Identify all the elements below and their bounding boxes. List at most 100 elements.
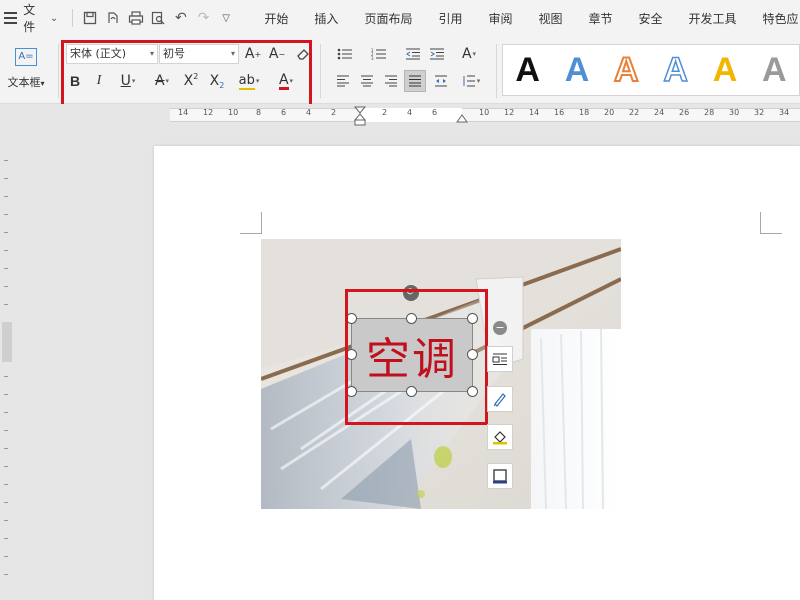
svg-text:3: 3 <box>371 56 374 60</box>
justify-icon[interactable] <box>404 70 426 92</box>
right-indent-marker-icon[interactable] <box>456 112 468 124</box>
font-color-icon[interactable]: A ▾ <box>272 70 300 92</box>
text-style-gold[interactable]: A <box>700 51 749 90</box>
ruler-label: 4 <box>306 108 312 117</box>
tab-security[interactable]: 安全 <box>626 10 676 27</box>
decrease-indent-icon[interactable] <box>402 43 424 65</box>
ruler-label: 10 <box>479 108 490 117</box>
text-style-gray[interactable]: A <box>750 51 799 90</box>
undo-icon[interactable]: ↶ <box>170 6 193 30</box>
menu-bar: 文件 ⌄ ↶ ↷ ▽ 开始 插入 页面布局 引用 审阅 视图 章节 安全 开发工… <box>0 0 800 36</box>
shape-style-brush-icon[interactable] <box>487 386 513 412</box>
subscript-icon[interactable]: X2 <box>206 70 228 92</box>
ruler-label: 10 <box>228 108 239 117</box>
print-preview-icon[interactable] <box>147 6 170 30</box>
text-highlight-icon[interactable]: ab ▾ <box>234 70 264 92</box>
underline-icon[interactable]: U ▾ <box>114 70 142 92</box>
align-center-icon[interactable] <box>356 70 378 92</box>
tab-review[interactable]: 审阅 <box>475 10 525 27</box>
divider <box>58 44 59 98</box>
fill-bucket-icon[interactable] <box>487 424 513 450</box>
line-spacing-icon[interactable]: ▾ <box>456 70 486 92</box>
bullet-list-icon[interactable] <box>332 43 358 65</box>
ruler-label: 12 <box>504 108 515 117</box>
ruler-label: 6 <box>281 108 287 117</box>
divider <box>320 44 321 98</box>
grow-font-icon[interactable]: A + <box>242 43 264 65</box>
ruler-label: 18 <box>579 108 590 117</box>
ruler-label: 6 <box>432 108 438 117</box>
ruler-label: 32 <box>754 108 765 117</box>
vertical-ruler[interactable] <box>0 126 14 600</box>
collapse-icon[interactable]: − <box>493 321 507 335</box>
ruler-label: 2 <box>331 108 337 117</box>
file-menu[interactable]: 文件 <box>23 1 46 35</box>
shrink-font-icon[interactable]: A − <box>266 43 288 65</box>
text-direction-icon[interactable]: A ▾ <box>454 43 484 65</box>
tab-view[interactable]: 视图 <box>525 10 575 27</box>
divider <box>496 44 497 98</box>
font-group: 宋体 (正文) ▾ 初号 ▾ A + A − B I U ▾ A ▾ X2 X2 ab ▾ A… <box>66 40 314 100</box>
horizontal-ruler[interactable]: 14 12 10 8 6 4 2 2 4 6 10 12 14 16 18 20… <box>0 104 800 126</box>
tab-special[interactable]: 特色应 <box>750 10 800 27</box>
resize-handle[interactable] <box>346 313 357 324</box>
ruler-label: 34 <box>779 108 790 117</box>
font-name-select[interactable]: 宋体 (正文) ▾ <box>66 44 158 64</box>
resize-handle[interactable] <box>346 386 357 397</box>
outline-border-icon[interactable] <box>487 463 513 489</box>
ruler-label: 26 <box>679 108 690 117</box>
resize-handle[interactable] <box>406 313 417 324</box>
text-box-content[interactable]: 空调 <box>366 323 458 387</box>
ruler-label: 2 <box>382 108 388 117</box>
clear-format-icon[interactable] <box>292 43 314 65</box>
hamburger-menu-icon[interactable] <box>4 12 18 24</box>
chevron-down-icon[interactable]: ⌄ <box>50 13 58 24</box>
ruler-label: 14 <box>178 108 189 117</box>
resize-handle[interactable] <box>467 313 478 324</box>
paragraph-group: 123 A ▾ ▾ <box>328 40 492 100</box>
layout-options-icon[interactable] <box>487 346 513 372</box>
margin-corner-mark <box>240 212 262 234</box>
print-icon[interactable] <box>124 6 147 30</box>
save-icon[interactable] <box>79 6 102 30</box>
text-style-blue[interactable]: A <box>552 51 601 90</box>
resize-handle[interactable] <box>467 349 478 360</box>
align-left-icon[interactable] <box>332 70 354 92</box>
text-style-orange-outline[interactable]: A <box>602 50 651 90</box>
ribbon: A= 文本框▾ 宋体 (正文) ▾ 初号 ▾ A + A − B I U ▾ A ▾ X2 … <box>0 36 800 104</box>
quick-access-dropdown-icon[interactable]: ▽ <box>215 6 238 30</box>
italic-icon[interactable]: I <box>88 70 110 92</box>
textbox-button-label: 文本框▾ <box>7 76 45 89</box>
resize-handle[interactable] <box>406 386 417 397</box>
increase-indent-icon[interactable] <box>426 43 448 65</box>
tab-developer[interactable]: 开发工具 <box>676 10 750 27</box>
tab-references[interactable]: 引用 <box>425 10 475 27</box>
text-box[interactable]: 空调 <box>351 318 473 392</box>
textbox-icon: A= <box>15 48 37 66</box>
resize-handle[interactable] <box>467 386 478 397</box>
textbox-button[interactable]: A= 文本框▾ <box>0 44 52 96</box>
export-pdf-icon[interactable] <box>102 6 125 30</box>
distributed-align-icon[interactable] <box>430 70 452 92</box>
indent-marker-icon[interactable] <box>354 106 366 126</box>
numbered-list-icon[interactable]: 123 <box>366 43 392 65</box>
rotate-handle-icon[interactable]: ⟳ <box>403 285 419 301</box>
tab-page-layout[interactable]: 页面布局 <box>351 10 425 27</box>
resize-handle[interactable] <box>346 349 357 360</box>
tab-section[interactable]: 章节 <box>576 10 626 27</box>
margin-corner-mark <box>760 212 782 234</box>
tab-insert[interactable]: 插入 <box>301 10 351 27</box>
align-right-icon[interactable] <box>380 70 402 92</box>
tab-home[interactable]: 开始 <box>251 10 301 27</box>
bold-icon[interactable]: B <box>64 70 86 92</box>
ruler-label: 30 <box>729 108 740 117</box>
font-size-select[interactable]: 初号 ▾ <box>159 44 239 64</box>
superscript-icon[interactable]: X2 <box>180 70 202 92</box>
ribbon-tabs: 开始 插入 页面布局 引用 审阅 视图 章节 安全 开发工具 特色应 <box>251 0 800 36</box>
strikethrough-icon[interactable]: A ▾ <box>148 70 176 92</box>
redo-icon[interactable]: ↷ <box>192 6 215 30</box>
text-style-black[interactable]: A <box>503 51 552 90</box>
text-style-blue-outline[interactable]: A <box>651 50 700 90</box>
divider <box>72 9 74 27</box>
ruler-label: 14 <box>529 108 540 117</box>
